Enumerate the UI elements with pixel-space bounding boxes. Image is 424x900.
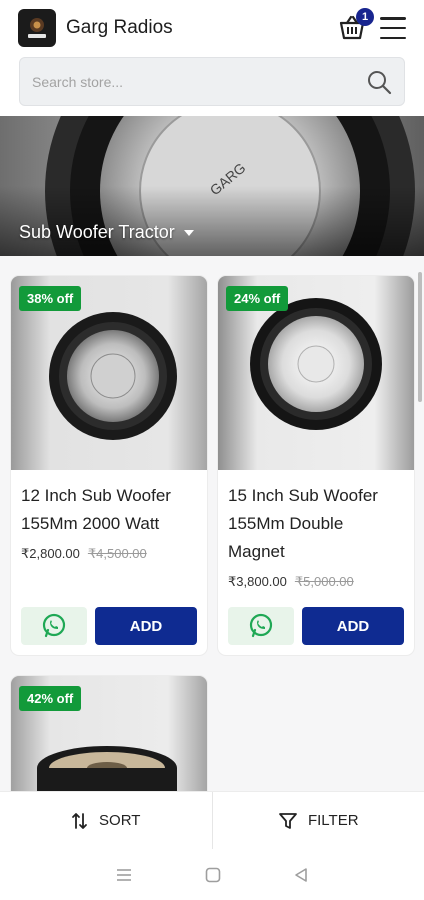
back-icon[interactable] <box>294 867 308 883</box>
sort-filter-bar: SORT FILTER <box>0 791 424 849</box>
hamburger-menu-button[interactable] <box>380 17 406 39</box>
product-price: ₹2,800.00 <box>21 546 80 561</box>
search-input[interactable] <box>32 73 366 90</box>
cart-button[interactable]: 1 <box>338 8 374 42</box>
store-name: Garg Radios <box>66 17 173 38</box>
product-mrp: ₹4,500.00 <box>87 546 147 561</box>
product-mrp: ₹5,000.00 <box>294 574 354 589</box>
menu-line <box>380 17 406 20</box>
product-image[interactable]: 38% off <box>11 276 207 470</box>
caret-down-icon <box>183 229 194 236</box>
discount-badge: 42% off <box>19 686 82 711</box>
filter-button[interactable]: FILTER <box>213 792 424 849</box>
cart-count-badge: 1 <box>356 8 374 26</box>
sort-icon <box>72 812 87 829</box>
sort-label: SORT <box>99 812 141 829</box>
add-to-cart-button[interactable]: ADD <box>302 607 404 645</box>
sort-button[interactable]: SORT <box>0 792 212 849</box>
scrollbar[interactable] <box>418 272 422 402</box>
filter-icon <box>279 812 297 829</box>
product-grid: 38% off 12 Inch Sub Woofer 155Mm 2000 Wa… <box>0 256 424 816</box>
filter-label: FILTER <box>307 812 359 829</box>
search-bar[interactable] <box>19 57 405 106</box>
product-image[interactable]: 24% off <box>218 276 414 470</box>
system-nav-bar <box>0 849 424 900</box>
whatsapp-icon <box>249 613 273 638</box>
banner-title[interactable]: Sub Woofer Tractor <box>19 222 195 243</box>
whatsapp-icon <box>42 613 66 638</box>
search-icon[interactable] <box>366 69 392 95</box>
product-title[interactable]: 15 Inch Sub Woofer 155Mm Double Magnet <box>218 470 414 566</box>
category-banner[interactable]: GARG Sub Woofer Tractor <box>0 116 424 256</box>
product-title[interactable]: 12 Inch Sub Woofer 155Mm 2000 Watt <box>11 470 207 538</box>
whatsapp-button[interactable] <box>21 607 87 645</box>
discount-badge: 38% off <box>19 286 82 311</box>
app-header: Garg Radios 1 <box>0 0 424 56</box>
product-card[interactable]: 24% off 15 Inch Sub Woofer 155Mm Double … <box>218 276 414 655</box>
product-price: ₹3,800.00 <box>228 574 287 589</box>
logo-mark-icon <box>28 18 46 38</box>
menu-line <box>380 36 406 39</box>
whatsapp-button[interactable] <box>228 607 294 645</box>
home-icon[interactable] <box>205 867 221 883</box>
banner-title-text: Sub Woofer Tractor <box>19 222 175 242</box>
store-logo[interactable] <box>18 9 56 47</box>
discount-badge: 24% off <box>226 286 289 311</box>
product-card[interactable]: 38% off 12 Inch Sub Woofer 155Mm 2000 Wa… <box>11 276 207 655</box>
recent-apps-icon[interactable] <box>116 868 132 882</box>
menu-line <box>380 26 406 30</box>
add-to-cart-button[interactable]: ADD <box>95 607 197 645</box>
